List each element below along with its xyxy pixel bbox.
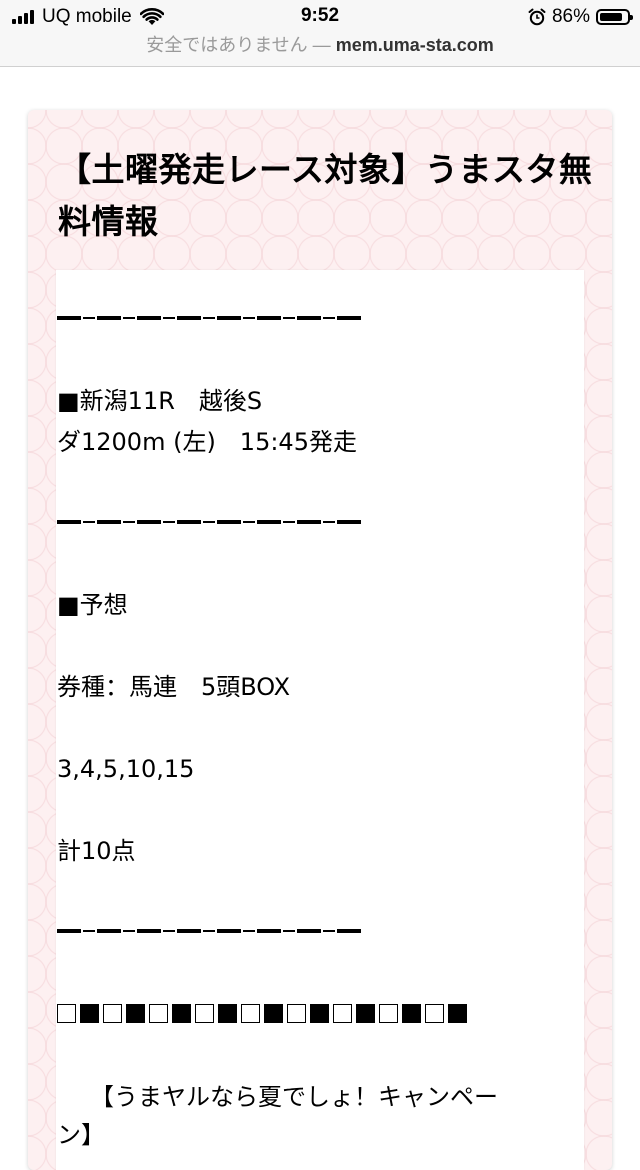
separator-dash bbox=[297, 520, 321, 524]
separator-dash bbox=[243, 930, 255, 932]
square-mark bbox=[310, 1004, 329, 1023]
square-mark bbox=[425, 1004, 444, 1023]
separator-dash bbox=[203, 317, 215, 319]
square-mark bbox=[57, 1004, 76, 1023]
square-mark bbox=[287, 1004, 306, 1023]
square-mark bbox=[195, 1004, 214, 1023]
ticket-type: 券種：馬連 5頭BOX bbox=[57, 673, 291, 701]
campaign-text-line2: ン】 bbox=[57, 1121, 105, 1149]
separator-line bbox=[57, 929, 467, 933]
address-bar[interactable]: 安全ではありません — mem.uma-sta.com bbox=[0, 34, 640, 67]
separator-line bbox=[57, 316, 467, 320]
square-mark bbox=[241, 1004, 260, 1023]
square-mark bbox=[402, 1004, 421, 1023]
separator-dash bbox=[123, 930, 135, 932]
separator-dash bbox=[57, 316, 81, 320]
separator-dash bbox=[203, 930, 215, 932]
battery-level-fill bbox=[600, 13, 622, 21]
separator-dash bbox=[163, 930, 175, 932]
square-mark bbox=[379, 1004, 398, 1023]
separator-dash bbox=[217, 520, 241, 524]
separator-dash bbox=[257, 520, 281, 524]
square-divider bbox=[57, 1004, 467, 1023]
square-mark bbox=[448, 1004, 467, 1023]
separator-dash bbox=[177, 520, 201, 524]
separator-dash bbox=[83, 317, 95, 319]
battery-percent: 86% bbox=[551, 6, 590, 27]
insecure-warning: 安全ではありません — bbox=[146, 35, 331, 55]
total-points: 計10点 bbox=[57, 837, 136, 865]
separator-dash bbox=[57, 929, 81, 933]
separator-dash bbox=[217, 929, 241, 933]
prediction-label: ■予想 bbox=[57, 591, 128, 619]
battery-icon bbox=[596, 9, 633, 25]
race-header: ■新潟11R 越後S bbox=[57, 387, 263, 415]
separator-dash bbox=[337, 520, 361, 524]
separator-dash bbox=[177, 316, 201, 320]
separator-dash bbox=[97, 520, 121, 524]
article-title: 【土曜発走レース対象】うまスタ無料情報 bbox=[58, 150, 593, 241]
separator-dash bbox=[137, 929, 161, 933]
square-mark bbox=[356, 1004, 375, 1023]
separator-dash bbox=[297, 316, 321, 320]
separator-dash bbox=[283, 930, 295, 932]
separator-dash bbox=[137, 520, 161, 524]
separator-dash bbox=[137, 316, 161, 320]
separator-line bbox=[57, 520, 467, 524]
separator-dash bbox=[283, 317, 295, 319]
status-bar: UQ mobile 9:52 86% bbox=[0, 0, 640, 34]
square-mark bbox=[149, 1004, 168, 1023]
square-mark bbox=[218, 1004, 237, 1023]
separator-dash bbox=[323, 521, 335, 523]
separator-dash bbox=[203, 521, 215, 523]
separator-dash bbox=[123, 521, 135, 523]
separator-dash bbox=[257, 316, 281, 320]
separator-dash bbox=[163, 317, 175, 319]
separator-dash bbox=[123, 317, 135, 319]
separator-dash bbox=[97, 316, 121, 320]
campaign-text-line1: 【うまヤルなら夏でしょ！キャンペー bbox=[90, 1083, 498, 1111]
race-detail: ダ1200m (左) 15:45発走 bbox=[57, 428, 357, 456]
url-domain: mem.uma-sta.com bbox=[335, 35, 494, 55]
alarm-icon bbox=[528, 8, 546, 26]
separator-dash bbox=[257, 929, 281, 933]
horse-numbers: 3,4,5,10,15 bbox=[57, 755, 195, 783]
separator-dash bbox=[57, 520, 81, 524]
separator-dash bbox=[97, 929, 121, 933]
separator-dash bbox=[323, 930, 335, 932]
separator-dash bbox=[83, 521, 95, 523]
separator-dash bbox=[243, 317, 255, 319]
square-mark bbox=[103, 1004, 122, 1023]
square-mark bbox=[333, 1004, 352, 1023]
status-right: 86% bbox=[528, 5, 633, 29]
square-mark bbox=[80, 1004, 99, 1023]
separator-dash bbox=[163, 521, 175, 523]
separator-dash bbox=[243, 521, 255, 523]
separator-dash bbox=[283, 521, 295, 523]
separator-dash bbox=[217, 316, 241, 320]
square-mark bbox=[126, 1004, 145, 1023]
separator-dash bbox=[83, 930, 95, 932]
square-mark bbox=[172, 1004, 191, 1023]
separator-dash bbox=[297, 929, 321, 933]
separator-dash bbox=[337, 929, 361, 933]
separator-dash bbox=[323, 317, 335, 319]
separator-dash bbox=[337, 316, 361, 320]
square-mark bbox=[264, 1004, 283, 1023]
separator-dash bbox=[177, 929, 201, 933]
